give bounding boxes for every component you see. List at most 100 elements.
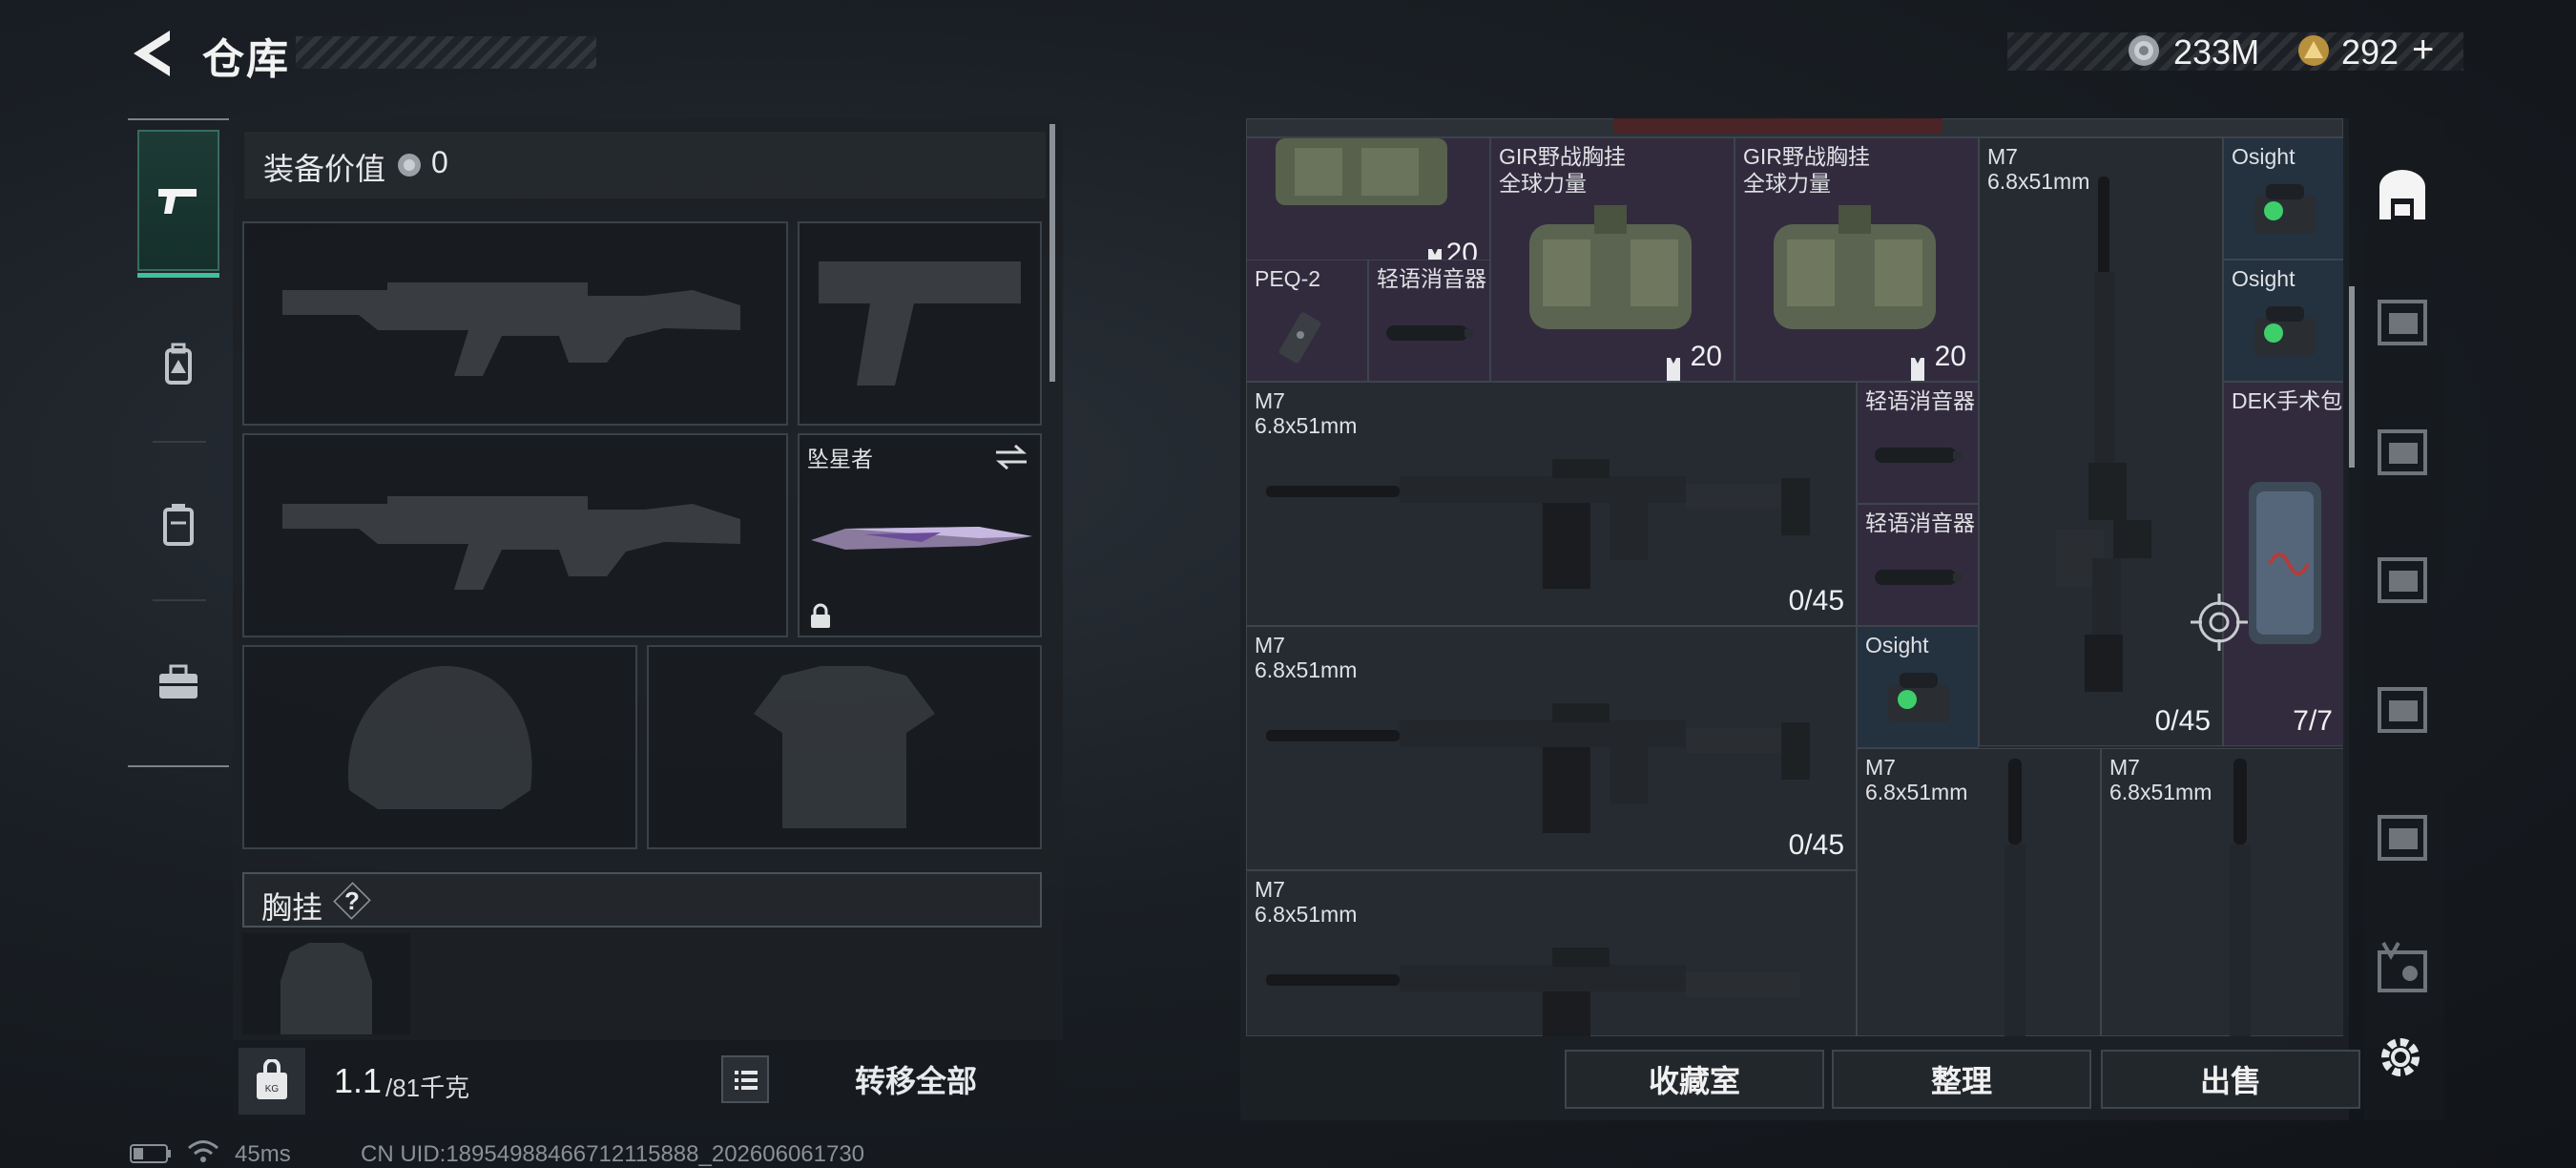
storage-tab-3[interactable] [2374, 552, 2431, 609]
gold-balance: 292 [2341, 32, 2399, 72]
tab-gear[interactable] [137, 294, 219, 435]
add-currency-button[interactable]: + [2412, 29, 2434, 72]
grid-item-m7-horizontal[interactable]: M7 6.8x51mm 0/45 [1246, 626, 1857, 870]
silver-coin-icon [398, 154, 421, 177]
storage-tab-vip[interactable] [2374, 941, 2431, 998]
collection-room-button[interactable]: 收藏室 [1565, 1050, 1824, 1109]
item-name: Osight [2232, 266, 2296, 291]
grid-item-suppressor[interactable]: 轻语消音器 [1857, 504, 1979, 626]
item-name: M7 [2109, 755, 2140, 780]
transfer-all-button[interactable]: 转移全部 [792, 1046, 1040, 1113]
rifle-silhouette-icon [282, 496, 740, 590]
crosshair-icon [2191, 594, 2248, 651]
item-caliber: 6.8x51mm [2109, 780, 2212, 804]
grid-item-m7-vertical[interactable]: M7 6.8x51mm [2101, 748, 2343, 1036]
grid-item-gir-chest-rig[interactable]: GIR野战胸挂 全球力量 20 [1735, 137, 1979, 382]
chest-rig-slot[interactable] [242, 933, 410, 1034]
rifle-vertical-icon [2230, 759, 2251, 1036]
svg-text:KG: KG [265, 1084, 280, 1095]
sell-button[interactable]: 出售 [2101, 1050, 2360, 1109]
back-button[interactable] [128, 27, 176, 80]
equipment-scrollbar[interactable] [1049, 124, 1055, 382]
melee-slot[interactable]: 坠星者 [798, 433, 1042, 637]
armor-silhouette-icon [754, 666, 935, 828]
grid-item-m7-horizontal[interactable]: M7 6.8x51mm [1246, 870, 1857, 1036]
armor-slot[interactable] [647, 645, 1042, 849]
grid-item-dek-surgical-kit[interactable]: DEK手术包 7/7 [2223, 382, 2343, 746]
grid-item-m7-horizontal[interactable]: M7 6.8x51mm 0/45 [1246, 382, 1857, 626]
active-tab-indicator [137, 273, 219, 278]
grid-item-peq2[interactable]: PEQ-2 [1246, 260, 1368, 382]
item-name: M7 [1255, 388, 1285, 413]
item-name: 轻语消音器 [1377, 266, 1486, 291]
item-count: 20 [1690, 341, 1722, 372]
page-title: 仓库 [202, 36, 290, 83]
grid-scrollbar[interactable] [2349, 286, 2355, 468]
case-icon [163, 504, 194, 546]
battery-icon [130, 1144, 171, 1163]
shelf-icon [2378, 429, 2427, 475]
suppressor-icon [1875, 570, 1963, 585]
tab-containers[interactable] [137, 454, 219, 595]
sort-button[interactable]: 整理 [1832, 1050, 2091, 1109]
storage-tab-4[interactable] [2374, 681, 2431, 739]
ammo-count: 0/45 [1788, 585, 1844, 616]
sight-icon [1888, 673, 1949, 722]
swap-icon[interactable] [992, 443, 1030, 471]
grid-item-m7-vertical[interactable]: M7 6.8x51mm [1857, 748, 2101, 1036]
rifle-icon [1266, 948, 1800, 1036]
grid-item-osight[interactable]: Osight [2223, 260, 2343, 382]
tabs-bottom-line [128, 765, 229, 767]
grid-item-suppressor[interactable]: 轻语消音器 [1857, 382, 1979, 504]
vest-count-icon [1911, 358, 1924, 381]
shelf-icon [2378, 815, 2427, 861]
bag-icon [1276, 138, 1447, 205]
item-subname: 全球力量 [1499, 171, 1587, 196]
settings-button[interactable] [2374, 1031, 2431, 1088]
item-name: Osight [2232, 144, 2296, 169]
helmet-slot[interactable] [242, 645, 637, 849]
expired-bar [1613, 118, 1942, 134]
item-name: GIR野战胸挂 [1743, 144, 1870, 169]
silver-coin-icon [2129, 35, 2159, 66]
item-name: M7 [1255, 877, 1285, 902]
title-stripe [296, 36, 596, 69]
backpack-icon [165, 343, 192, 385]
storage-tab-2[interactable] [2374, 424, 2431, 481]
suppressor-icon [1875, 448, 1963, 463]
uid-text: CN UID:18954988466712115888_202606061730 [361, 1141, 865, 1167]
primary-weapon-slot-2[interactable] [242, 433, 788, 637]
chest-rig-icon [1529, 205, 1692, 329]
equipment-value: 0 [431, 145, 448, 179]
lock-icon [811, 603, 830, 628]
shelf-icon [2378, 687, 2427, 733]
weight-max: /81千克 [385, 1074, 470, 1102]
medkit-icon [2249, 482, 2321, 644]
item-caliber: 6.8x51mm [1255, 413, 1358, 438]
grid-item-suppressor[interactable]: 轻语消音器 [1368, 260, 1490, 382]
storage-tab-5[interactable] [2374, 809, 2431, 866]
pistol-slot[interactable] [798, 221, 1042, 426]
laser-icon [1278, 312, 1321, 364]
tab-tools[interactable] [137, 613, 219, 754]
grid-item-osight[interactable]: Osight [1857, 626, 1979, 748]
storage-tab-main[interactable] [2374, 166, 2431, 223]
storage-tab-1[interactable] [2374, 294, 2431, 351]
gold-coin-icon [2298, 35, 2329, 66]
item-caliber: 6.8x51mm [1255, 902, 1358, 927]
item-name: M7 [1987, 144, 2018, 169]
vest-silhouette-icon [280, 943, 372, 1034]
help-mark: ? [344, 886, 360, 915]
grid-item-gir-chest-rig[interactable]: GIR野战胸挂 全球力量 20 [1490, 137, 1735, 382]
gear-icon [2381, 1038, 2420, 1076]
helmet-silhouette-icon [347, 666, 532, 809]
grid-item-osight[interactable]: Osight [2223, 137, 2343, 260]
shelf-icon [2378, 557, 2427, 603]
tab-weapons[interactable] [137, 130, 219, 271]
rifle-icon [1266, 459, 1810, 589]
ammo-count: 0/45 [2154, 705, 2211, 737]
list-view-button[interactable] [721, 1055, 769, 1103]
grid-item-m7-vertical[interactable]: M7 6.8x51mm 0/45 [1979, 137, 2223, 746]
inventory-grid: 20 PEQ-2 轻语消音器 GIR野战胸挂 全球力量 20 GIR野战胸挂 全… [1246, 118, 2343, 1036]
primary-weapon-slot-1[interactable] [242, 221, 788, 426]
